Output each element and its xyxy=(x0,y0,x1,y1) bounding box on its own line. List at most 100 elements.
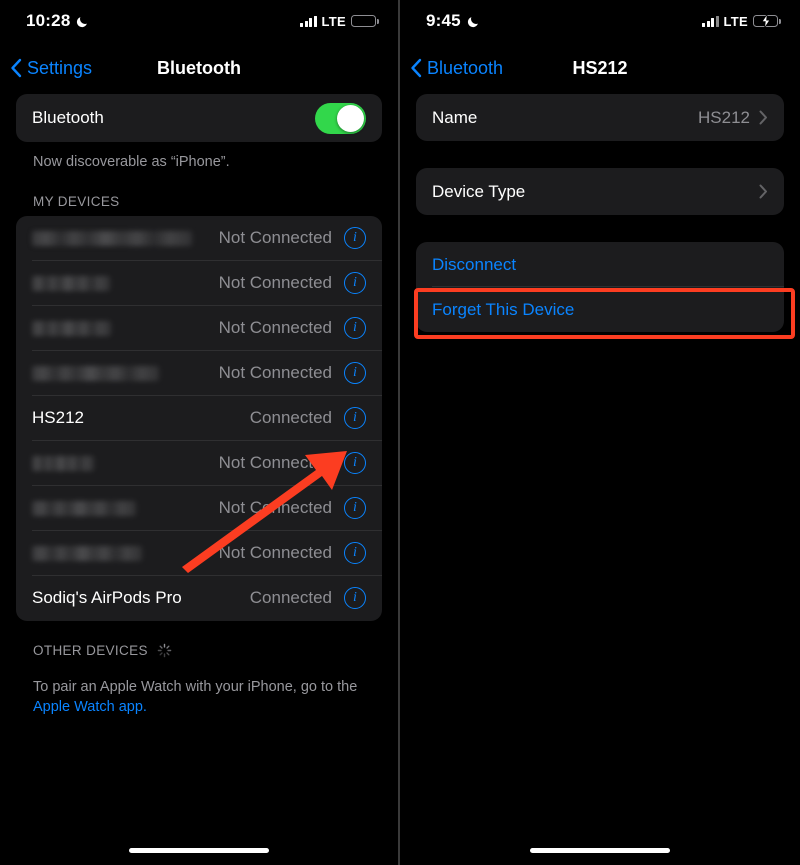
cellular-bars-icon xyxy=(300,15,317,27)
redacted-device-name xyxy=(32,545,142,561)
info-circle-icon[interactable]: i xyxy=(344,227,366,250)
status-bar-right-left-group: 9:45 xyxy=(426,11,480,31)
device-row[interactable]: Not Connected i xyxy=(16,261,382,306)
device-row[interactable]: Not Connected i xyxy=(16,531,382,576)
other-devices-header-label: OTHER DEVICES xyxy=(33,642,148,658)
my-devices-header: MY DEVICES xyxy=(16,172,382,216)
redacted-device-name xyxy=(32,365,159,381)
discoverable-caption: Now discoverable as “iPhone”. xyxy=(33,154,230,170)
back-button-settings[interactable]: Settings xyxy=(0,58,92,79)
redacted-device-name xyxy=(32,230,192,246)
redacted-device-name xyxy=(32,275,110,291)
device-type-group: Device Type xyxy=(416,168,784,215)
device-name xyxy=(32,500,219,517)
device-name xyxy=(32,455,219,472)
redacted-device-name xyxy=(32,320,111,336)
device-connection-status: Not Connected xyxy=(218,453,332,473)
device-detail-content: Name HS212 Device Type Disconnect Forget… xyxy=(400,94,800,332)
phone-screen-device-detail: 9:45 LTE Bluetooth HS212 Name HS212 Devi… xyxy=(400,0,800,865)
cellular-bars-icon xyxy=(702,15,719,27)
status-bar-right-group: LTE xyxy=(300,13,379,29)
forget-this-device-button[interactable]: Forget This Device xyxy=(416,287,784,332)
info-circle-icon[interactable]: i xyxy=(344,407,366,430)
bluetooth-toggle-group: Bluetooth xyxy=(16,94,382,142)
device-row[interactable]: Not Connected i xyxy=(16,486,382,531)
device-name xyxy=(32,365,219,382)
bluetooth-toggle-label: Bluetooth xyxy=(32,108,104,127)
device-row[interactable]: HS212 Connected i xyxy=(16,396,382,441)
status-bar-right: 9:45 LTE xyxy=(400,0,800,42)
info-circle-icon[interactable]: i xyxy=(344,542,366,565)
my-devices-list: Not Connected i Not Connected i Not Connecte… xyxy=(16,215,382,621)
info-circle-icon[interactable]: i xyxy=(344,452,366,475)
device-row[interactable]: Not Connected i xyxy=(16,216,382,261)
crescent-moon-icon xyxy=(76,15,89,28)
other-devices-header: OTHER DEVICES xyxy=(16,621,382,665)
device-actions-group: Disconnect Forget This Device xyxy=(416,242,784,332)
back-button-label: Bluetooth xyxy=(427,57,504,78)
battery-low-power-icon xyxy=(351,14,379,28)
device-connection-status: Connected xyxy=(249,588,332,608)
device-name-row[interactable]: Name HS212 xyxy=(416,94,784,141)
device-name xyxy=(32,230,219,247)
device-row[interactable]: Not Connected i xyxy=(16,441,382,486)
disconnect-label: Disconnect xyxy=(432,254,517,274)
network-type-label: LTE xyxy=(723,13,748,29)
info-circle-icon[interactable]: i xyxy=(344,587,366,610)
device-name xyxy=(32,320,219,337)
nav-bar-left: Settings Bluetooth xyxy=(0,42,398,94)
status-bar-left: 10:28 LTE xyxy=(0,0,398,42)
device-type-label: Device Type xyxy=(432,181,526,201)
forget-this-device-label: Forget This Device xyxy=(432,299,575,319)
device-connection-status: Not Connected xyxy=(218,228,332,248)
redacted-device-name xyxy=(32,500,136,516)
bluetooth-toggle-row[interactable]: Bluetooth xyxy=(16,94,382,142)
status-bar-right-right-group: LTE xyxy=(702,13,781,29)
back-button-bluetooth[interactable]: Bluetooth xyxy=(400,58,503,79)
info-circle-icon[interactable]: i xyxy=(344,317,366,340)
device-connection-status: Not Connected xyxy=(218,363,332,383)
device-row[interactable]: Sodiq's AirPods Pro Connected i xyxy=(16,576,382,621)
crescent-moon-icon xyxy=(467,15,480,28)
footer-note-text: To pair an Apple Watch with your iPhone,… xyxy=(33,678,358,695)
device-name xyxy=(32,545,219,562)
phone-screen-bluetooth-settings: 10:28 LTE Settings Bluetooth Bluetooth N… xyxy=(0,0,398,865)
device-name-group: Name HS212 xyxy=(416,94,784,141)
chevron-right-icon xyxy=(759,110,768,125)
home-indicator-right xyxy=(530,848,670,853)
status-time: 9:45 xyxy=(426,11,461,30)
device-connection-status: Not Connected xyxy=(218,273,332,293)
activity-spinner-icon xyxy=(157,643,172,658)
nav-bar-right: Bluetooth HS212 xyxy=(400,42,800,94)
device-connection-status: Connected xyxy=(249,408,332,428)
device-connection-status: Not Connected xyxy=(218,318,332,338)
toggle-knob xyxy=(337,104,364,132)
device-type-row[interactable]: Device Type xyxy=(416,168,784,215)
apple-watch-footer-note: To pair an Apple Watch with your iPhone,… xyxy=(16,665,382,718)
disconnect-button[interactable]: Disconnect xyxy=(416,242,784,287)
info-circle-icon[interactable]: i xyxy=(344,497,366,520)
status-time: 10:28 xyxy=(26,11,71,30)
home-indicator-left xyxy=(129,848,269,853)
device-name: HS212 xyxy=(32,408,84,428)
info-circle-icon[interactable]: i xyxy=(344,362,366,385)
chevron-right-icon xyxy=(759,184,768,199)
device-row[interactable]: Not Connected i xyxy=(16,306,382,351)
device-connection-status: Not Connected xyxy=(218,543,332,563)
device-name-value: HS212 xyxy=(698,107,750,127)
redacted-device-name xyxy=(32,455,94,471)
chevron-left-icon xyxy=(10,58,22,78)
device-connection-status: Not Connected xyxy=(218,498,332,518)
apple-watch-app-link[interactable]: Apple Watch app. xyxy=(33,699,147,715)
battery-charging-icon xyxy=(753,13,781,29)
network-type-label: LTE xyxy=(321,13,346,29)
bluetooth-toggle-switch[interactable] xyxy=(315,102,366,134)
device-row[interactable]: Not Connected i xyxy=(16,351,382,396)
status-bar-left-group: 10:28 xyxy=(26,11,89,31)
my-devices-header-label: MY DEVICES xyxy=(33,193,120,209)
info-circle-icon[interactable]: i xyxy=(344,272,366,295)
settings-content-left: Bluetooth Now discoverable as “iPhone”. … xyxy=(0,94,398,718)
device-name-label: Name xyxy=(432,107,478,127)
back-button-label: Settings xyxy=(27,57,93,78)
two-phone-screenshots: 10:28 LTE Settings Bluetooth Bluetooth N… xyxy=(0,0,800,865)
